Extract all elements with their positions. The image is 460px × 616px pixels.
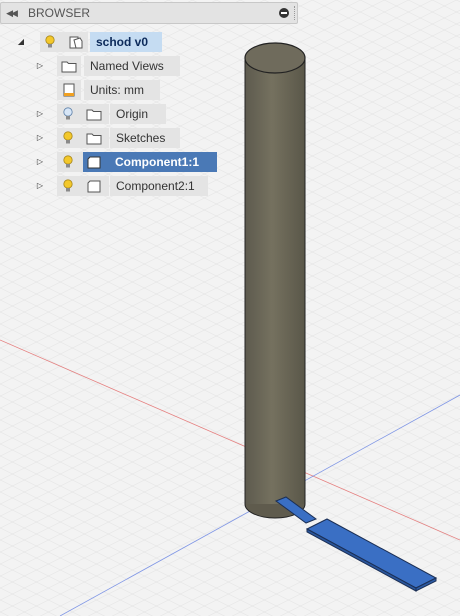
expand-arrow-icon[interactable]: ▷ xyxy=(35,60,45,72)
tree-item-origin[interactable]: ▷ Origin xyxy=(0,104,172,124)
tree-item-label[interactable]: Units: mm xyxy=(84,80,160,100)
lightbulb-on-icon[interactable] xyxy=(60,178,76,194)
grip-icon[interactable] xyxy=(294,6,297,20)
expand-triangle-icon[interactable]: ◢ xyxy=(16,36,26,48)
browser-panel: ◀◀ BROWSER ◢ schod v0 ▷ Named Views Unit… xyxy=(0,0,300,200)
expand-arrow-icon[interactable]: ▷ xyxy=(35,180,45,192)
tree-item-label[interactable]: Component2:1 xyxy=(110,176,208,196)
component-icon xyxy=(87,156,101,169)
tree-root-label[interactable]: schod v0 xyxy=(90,32,162,52)
collapse-panel-icon[interactable]: ◀◀ xyxy=(4,6,18,20)
lightbulb-off-icon[interactable] xyxy=(60,106,76,122)
component-icon xyxy=(87,180,101,193)
tree-item-sketches[interactable]: ▷ Sketches xyxy=(0,128,182,148)
expand-arrow-icon[interactable]: ▷ xyxy=(35,132,45,144)
minimize-icon[interactable] xyxy=(279,8,289,18)
ruler-icon xyxy=(63,83,75,97)
panel-title: BROWSER xyxy=(28,6,91,20)
browser-header: ◀◀ BROWSER xyxy=(0,2,298,24)
tree-item-label[interactable]: Sketches xyxy=(110,128,180,148)
lightbulb-on-icon[interactable] xyxy=(60,130,76,146)
tree-item-label[interactable]: Origin xyxy=(110,104,166,124)
folder-icon xyxy=(61,61,77,73)
tree-item-named-views[interactable]: ▷ Named Views xyxy=(0,56,182,76)
expand-arrow-icon[interactable]: ▷ xyxy=(35,108,45,120)
lightbulb-on-icon[interactable] xyxy=(60,154,76,170)
tree-item-label[interactable]: Component1:1 xyxy=(109,152,217,172)
tree-item-component2[interactable]: ▷ Component2:1 xyxy=(0,176,212,196)
tree-item-units[interactable]: Units: mm xyxy=(0,80,162,100)
folder-icon xyxy=(86,133,102,145)
tree-root-row[interactable]: ◢ schod v0 xyxy=(0,32,170,52)
lightbulb-on-icon[interactable] xyxy=(42,34,58,50)
tree-item-component1[interactable]: ▷ Component1:1 xyxy=(0,152,220,172)
expand-arrow-icon[interactable]: ▷ xyxy=(35,156,45,168)
document-component-icon xyxy=(69,36,83,49)
folder-icon xyxy=(86,109,102,121)
tree-item-label[interactable]: Named Views xyxy=(84,56,180,76)
